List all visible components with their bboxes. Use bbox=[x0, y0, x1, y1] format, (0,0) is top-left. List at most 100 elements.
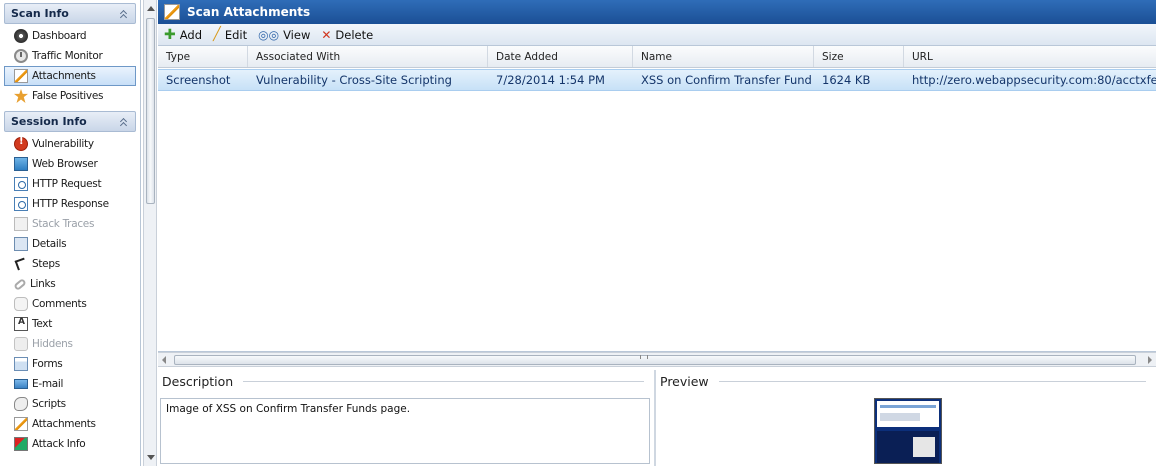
nav-email[interactable]: E-mail bbox=[4, 374, 136, 394]
email-icon bbox=[14, 379, 28, 389]
delete-button[interactable]: ✕ Delete bbox=[321, 28, 373, 42]
legend-divider bbox=[243, 380, 644, 382]
traffic-monitor-icon bbox=[14, 49, 28, 63]
details-icon bbox=[14, 237, 28, 251]
attachments-table: Type Associated With Date Added Name Siz… bbox=[158, 46, 1156, 352]
left-pane-scrollbar[interactable] bbox=[143, 0, 157, 466]
scroll-up-icon[interactable] bbox=[147, 6, 155, 11]
nav-label: Forms bbox=[32, 358, 63, 370]
nav-label: E-mail bbox=[32, 378, 64, 390]
forms-icon bbox=[14, 357, 28, 371]
session-info-header[interactable]: Session Info bbox=[4, 111, 136, 132]
comments-icon bbox=[14, 297, 28, 311]
scroll-down-icon[interactable] bbox=[147, 455, 155, 460]
table-horizontal-scrollbar[interactable] bbox=[158, 352, 1156, 367]
edit-button[interactable]: ╱ Edit bbox=[213, 28, 247, 42]
nav-http-request[interactable]: HTTP Request bbox=[4, 174, 136, 194]
cell-name: XSS on Confirm Transfer Fund bbox=[641, 73, 812, 87]
nav-session-attachments[interactable]: Attachments bbox=[4, 414, 136, 434]
panel-title-bar: Scan Attachments bbox=[158, 0, 1156, 24]
scripts-icon bbox=[14, 397, 28, 411]
scrollbar-thumb[interactable] bbox=[146, 18, 155, 204]
delete-label: Delete bbox=[335, 27, 374, 42]
nav-label: Text bbox=[32, 318, 53, 330]
nav-label: Traffic Monitor bbox=[32, 50, 103, 62]
nav-web-browser[interactable]: Web Browser bbox=[4, 154, 136, 174]
scrollbar-thumb[interactable] bbox=[174, 355, 1136, 365]
nav-dashboard[interactable]: Dashboard bbox=[4, 26, 136, 46]
attachments-icon bbox=[164, 4, 180, 20]
column-header-date-added[interactable]: Date Added bbox=[488, 46, 633, 67]
delete-icon: ✕ bbox=[321, 27, 332, 42]
nav-label: Web Browser bbox=[32, 158, 98, 170]
pencil-icon: ╱ bbox=[213, 27, 221, 42]
thumbnail-bottom bbox=[877, 431, 939, 463]
screenshot-thumbnail[interactable] bbox=[874, 398, 942, 464]
cell-type: Screenshot bbox=[166, 73, 231, 87]
nav-false-positives[interactable]: False Positives bbox=[4, 86, 136, 106]
nav-label: Scripts bbox=[32, 398, 66, 410]
nav-stack-traces[interactable]: Stack Traces bbox=[4, 214, 136, 234]
table-header: Type Associated With Date Added Name Siz… bbox=[158, 46, 1156, 68]
stack-traces-icon bbox=[14, 217, 28, 231]
nav-label: Comments bbox=[32, 298, 87, 310]
nav-details[interactable]: Details bbox=[4, 234, 136, 254]
column-header-type[interactable]: Type bbox=[158, 46, 248, 67]
nav-label: Links bbox=[30, 278, 56, 290]
scroll-left-icon[interactable] bbox=[162, 356, 166, 364]
nav-traffic-monitor[interactable]: Traffic Monitor bbox=[4, 46, 136, 66]
nav-scripts[interactable]: Scripts bbox=[4, 394, 136, 414]
description-field[interactable]: Image of XSS on Confirm Transfer Funds p… bbox=[160, 398, 650, 464]
nav-text[interactable]: Text bbox=[4, 314, 136, 334]
nav-label: Dashboard bbox=[32, 30, 87, 42]
http-response-icon bbox=[14, 197, 28, 211]
nav-label: Attachments bbox=[32, 70, 96, 82]
column-header-url[interactable]: URL bbox=[904, 46, 1156, 67]
nav-vulnerability[interactable]: Vulnerability bbox=[4, 134, 136, 154]
nav-links[interactable]: Links bbox=[4, 274, 136, 294]
panel-title: Scan Attachments bbox=[187, 5, 311, 19]
add-button[interactable]: ✚ Add bbox=[164, 28, 202, 42]
nav-label: Details bbox=[32, 238, 67, 250]
cell-url: http://zero.webappsecurity.com:80/acctxf… bbox=[912, 73, 1156, 87]
attack-info-icon bbox=[14, 437, 28, 451]
scrollbar-grip-icon bbox=[640, 355, 648, 359]
left-navigation: Scan Info Dashboard Traffic Monitor Atta… bbox=[0, 0, 141, 466]
cell-size: 1624 KB bbox=[822, 73, 871, 87]
text-icon bbox=[14, 317, 28, 331]
binoculars-icon: ◎◎ bbox=[258, 27, 280, 42]
legend-divider bbox=[718, 380, 1146, 382]
nav-hiddens[interactable]: Hiddens bbox=[4, 334, 136, 354]
collapse-icon[interactable] bbox=[119, 9, 129, 19]
thumbnail-top bbox=[877, 401, 939, 427]
toolbar: ✚ Add ╱ Edit ◎◎ View ✕ Delete bbox=[158, 24, 1156, 46]
column-header-size[interactable]: Size bbox=[814, 46, 904, 67]
session-info-title: Session Info bbox=[11, 115, 87, 128]
nav-forms[interactable]: Forms bbox=[4, 354, 136, 374]
nav-attachments[interactable]: Attachments bbox=[4, 66, 136, 86]
nav-label: HTTP Response bbox=[32, 198, 109, 210]
table-row[interactable]: Screenshot Vulnerability - Cross-Site Sc… bbox=[158, 69, 1156, 91]
nav-comments[interactable]: Comments bbox=[4, 294, 136, 314]
vulnerability-icon bbox=[14, 136, 28, 151]
cell-associated-with: Vulnerability - Cross-Site Scripting bbox=[256, 73, 452, 87]
column-header-associated-with[interactable]: Associated With bbox=[248, 46, 488, 67]
view-label: View bbox=[283, 27, 311, 42]
details-area: Description Image of XSS on Confirm Tran… bbox=[158, 370, 1156, 466]
column-header-name[interactable]: Name bbox=[633, 46, 814, 67]
hiddens-icon bbox=[14, 337, 28, 351]
view-button[interactable]: ◎◎ View bbox=[258, 28, 310, 42]
description-legend: Description bbox=[158, 370, 654, 392]
scroll-right-icon[interactable] bbox=[1148, 356, 1152, 364]
nav-http-response[interactable]: HTTP Response bbox=[4, 194, 136, 214]
main-panel: Scan Attachments ✚ Add ╱ Edit ◎◎ View ✕ … bbox=[158, 0, 1156, 466]
scan-info-header[interactable]: Scan Info bbox=[4, 3, 136, 24]
nav-attack-info[interactable]: Attack Info bbox=[4, 434, 136, 454]
nav-label: Vulnerability bbox=[32, 138, 94, 150]
collapse-icon[interactable] bbox=[119, 117, 129, 127]
description-label: Description bbox=[162, 373, 234, 389]
nav-label: Attack Info bbox=[32, 438, 86, 450]
preview-legend: Preview bbox=[656, 370, 1156, 392]
nav-steps[interactable]: Steps bbox=[4, 254, 136, 274]
nav-label: False Positives bbox=[32, 90, 104, 102]
